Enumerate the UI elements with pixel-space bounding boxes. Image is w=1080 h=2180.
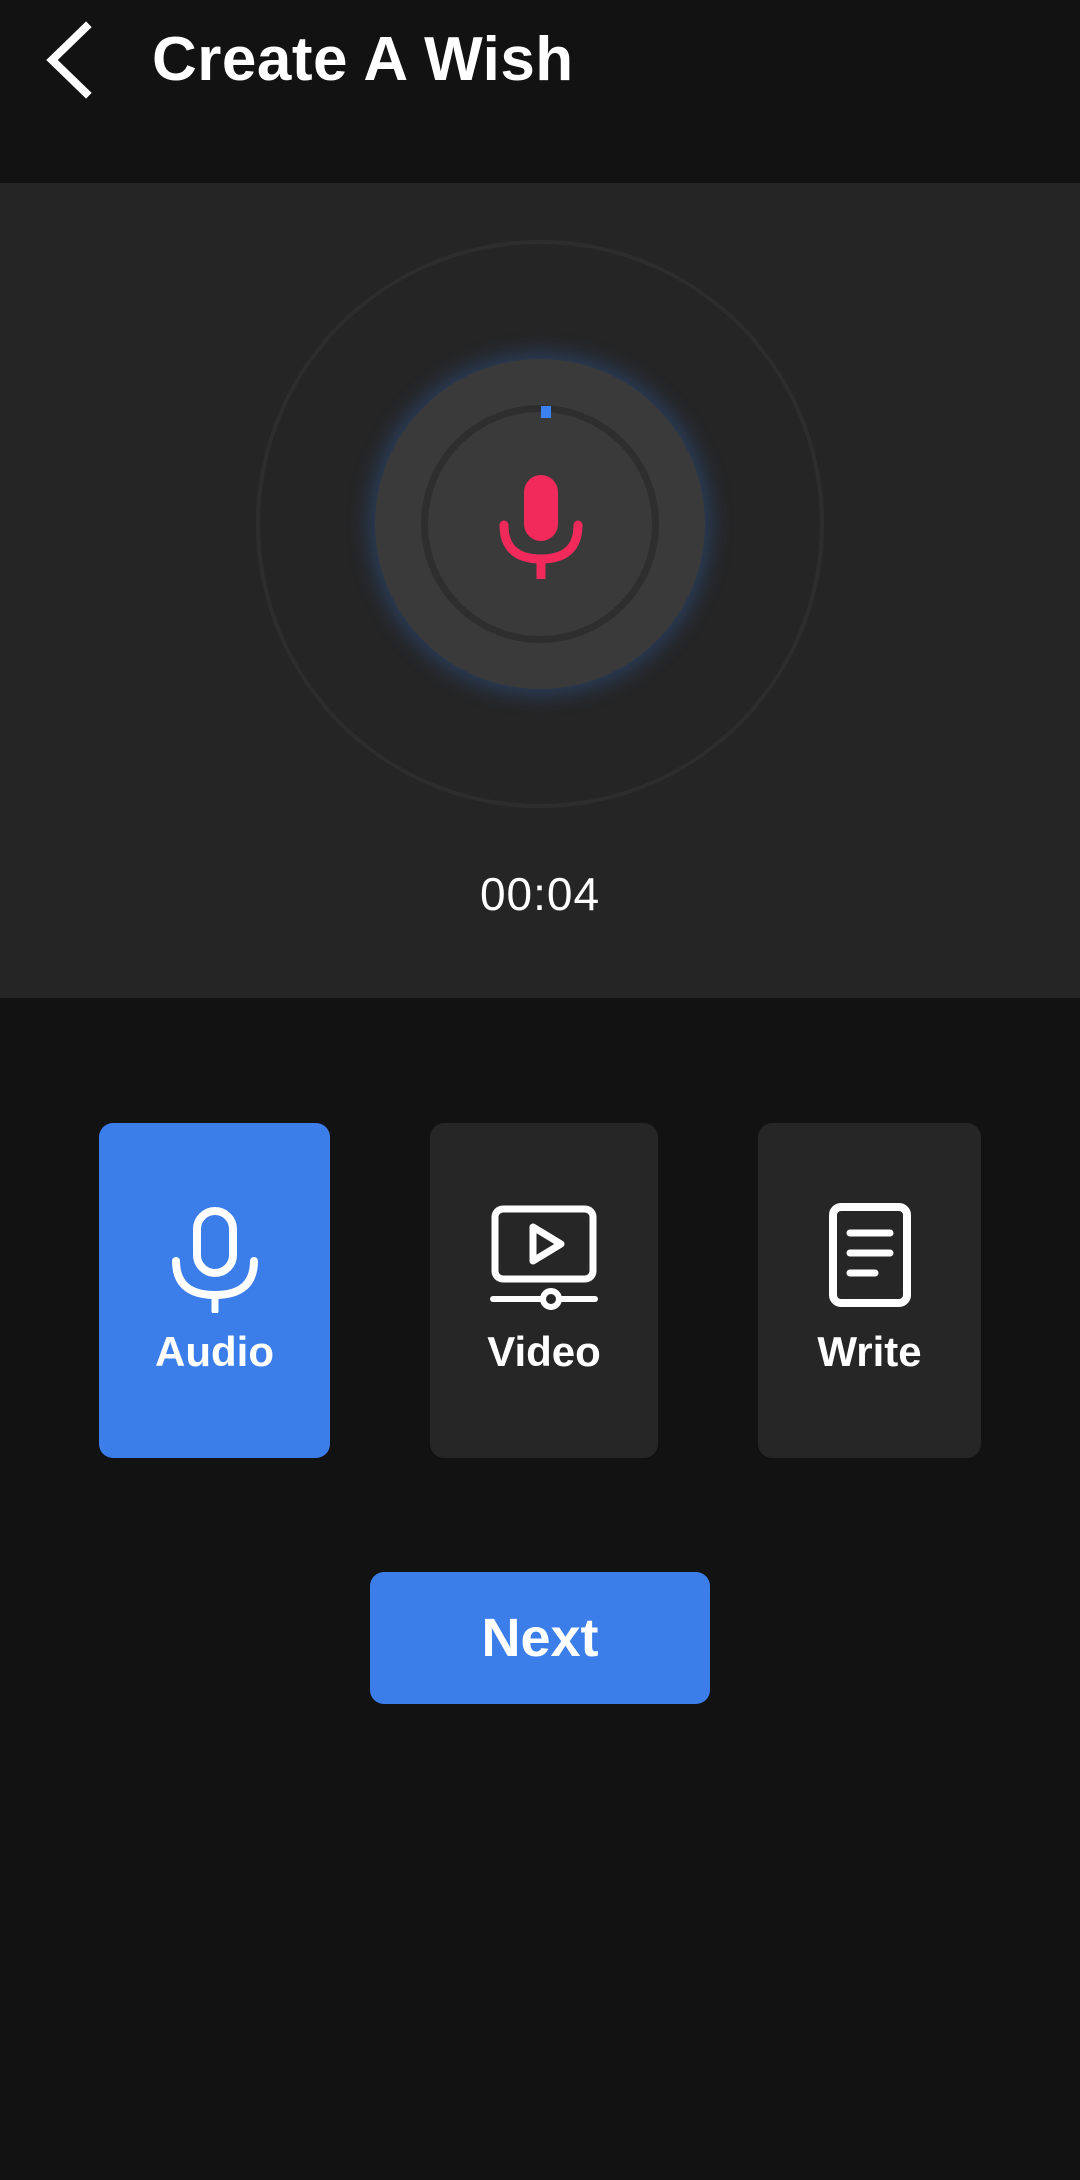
next-button[interactable]: Next	[370, 1572, 710, 1704]
microphone-icon	[171, 1207, 258, 1313]
record-button[interactable]	[375, 359, 705, 689]
mode-card-video[interactable]: Video	[430, 1123, 658, 1458]
video-play-icon	[490, 1205, 598, 1310]
document-icon	[828, 1203, 911, 1307]
mode-label-audio: Audio	[155, 1328, 274, 1375]
progress-indicator	[541, 406, 551, 418]
back-button[interactable]	[30, 10, 110, 110]
mode-card-audio[interactable]: Audio	[99, 1123, 330, 1458]
mode-label-write: Write	[817, 1328, 922, 1375]
app-header: Create A Wish	[0, 0, 1080, 183]
mode-card-write[interactable]: Write	[758, 1123, 981, 1458]
chevron-left-icon	[46, 21, 92, 99]
microphone-icon	[499, 475, 583, 579]
page-title: Create A Wish	[152, 25, 574, 94]
recording-timer: 00:04	[479, 868, 601, 920]
mode-label-video: Video	[487, 1328, 601, 1375]
recorder-panel: 00:04	[0, 183, 1080, 998]
